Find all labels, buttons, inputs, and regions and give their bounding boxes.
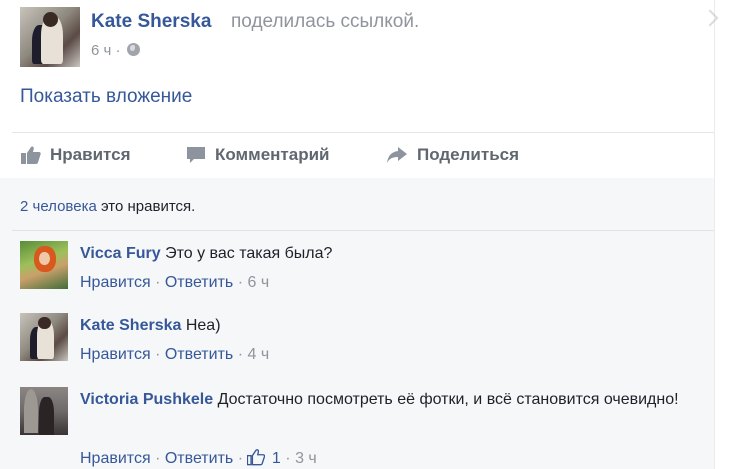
commenter-avatar[interactable] [20, 387, 68, 435]
post-card: Kate Sherska поделилась ссылкой. 6 ч · П… [0, 0, 719, 469]
thumbs-up-icon [247, 449, 266, 466]
comment-body: Kate Sherska Неа) [80, 313, 690, 339]
comment-button[interactable]: Комментарий [186, 145, 329, 165]
divider [12, 230, 714, 231]
comment-text: Неа) [185, 317, 221, 334]
post-actions-bar: Нравится Комментарий Поделиться [0, 138, 714, 176]
comment-author[interactable]: Vicca Fury [80, 245, 161, 262]
comment-text: Это у вас такая была? [165, 245, 333, 262]
meta-separator: · [237, 450, 244, 467]
meta-separator: · [155, 346, 161, 363]
meta-separator: · [155, 450, 161, 467]
commenter-avatar[interactable] [20, 241, 68, 289]
comment-reply-link[interactable]: Ответить [165, 274, 233, 291]
post-meta: 6 ч · [91, 42, 140, 59]
comment-reply-link[interactable]: Ответить [165, 346, 233, 363]
post-author-name[interactable]: Kate Sherska [91, 11, 211, 33]
globe-icon[interactable] [126, 43, 140, 56]
comment-author[interactable]: Victoria Pushkele [80, 391, 213, 408]
thumbs-up-icon [21, 146, 41, 164]
comment-like-link[interactable]: Нравится [80, 274, 151, 291]
comment-like-link[interactable]: Нравится [80, 450, 151, 467]
meta-separator: · [155, 274, 161, 291]
commenter-avatar[interactable] [20, 313, 68, 361]
comment-timestamp[interactable]: 4 ч [247, 346, 269, 363]
likes-count-link[interactable]: 2 человека [20, 198, 97, 215]
share-arrow-icon [387, 147, 407, 163]
post-timestamp[interactable]: 6 ч [91, 42, 111, 59]
comment-meta: Нравится · Ответить · 1 · 3 ч [80, 448, 317, 468]
comment-like-count[interactable]: 1 [272, 450, 281, 467]
like-button[interactable]: Нравится [21, 145, 131, 165]
like-button-label: Нравится [50, 145, 131, 164]
comment-timestamp[interactable]: 3 ч [295, 450, 317, 467]
chevron-down-icon[interactable] [701, 9, 719, 27]
comment-button-label: Комментарий [215, 145, 330, 164]
author-avatar[interactable] [20, 7, 80, 67]
comment-text: Достаточно посмотреть её фотки, и всё ст… [217, 391, 679, 408]
show-attachment-link[interactable]: Показать вложение [20, 86, 192, 108]
comment-reply-link[interactable]: Ответить [165, 450, 233, 467]
comment-timestamp[interactable]: 6 ч [247, 274, 269, 291]
comment-author[interactable]: Kate Sherska [80, 317, 181, 334]
comment-meta: Нравится · Ответить · 4 ч [80, 346, 269, 364]
comment-like-link[interactable]: Нравится [80, 346, 151, 363]
meta-separator: · [237, 346, 244, 363]
share-button[interactable]: Поделиться [386, 145, 519, 165]
post-action-text: поделилась ссылкой. [231, 11, 420, 32]
comment-icon [187, 147, 205, 163]
divider [12, 132, 714, 133]
share-button-label: Поделиться [417, 145, 520, 164]
likes-summary-text: это нравится. [96, 198, 196, 215]
meta-separator: · [285, 450, 291, 467]
meta-separator: · [237, 274, 244, 291]
comments-section: 2 человека это нравится. Vicca Fury Это … [0, 178, 714, 469]
likes-summary: 2 человека это нравится. [20, 198, 195, 215]
comment-body: Vicca Fury Это у вас такая была? [80, 241, 690, 267]
meta-separator: · [115, 42, 121, 59]
comment-meta: Нравится · Ответить · 6 ч [80, 274, 269, 292]
comment-body: Victoria Pushkele Достаточно посмотреть … [80, 387, 680, 413]
